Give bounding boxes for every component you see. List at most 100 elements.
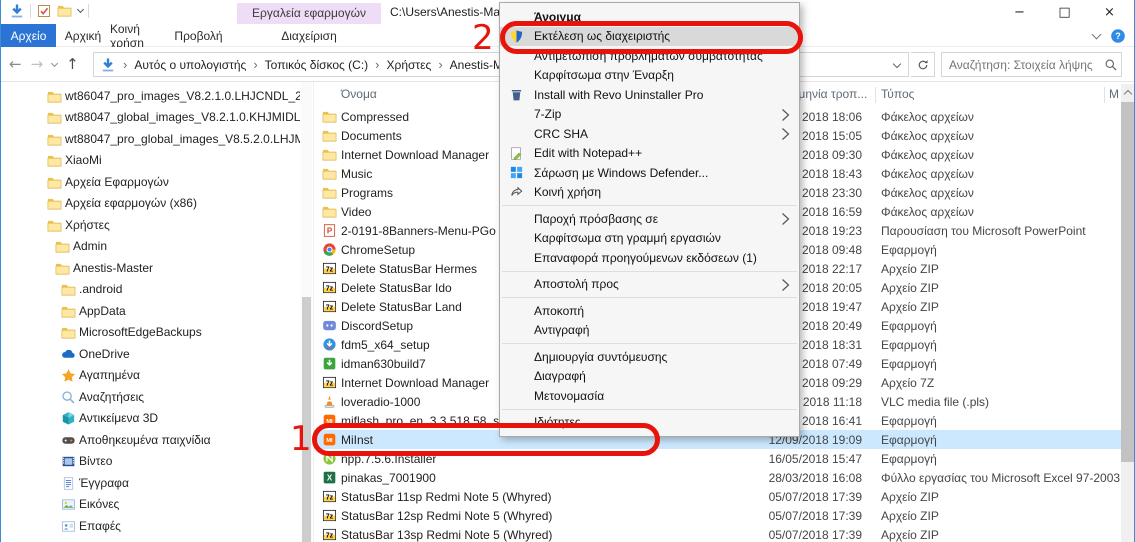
sidebar-item[interactable]: Αγαπημένα [2,365,300,387]
sidebar-item[interactable]: Βίντεο [2,451,300,473]
close-button[interactable]: × [1087,0,1132,24]
context-menu-item[interactable]: Edit with Notepad++ [500,144,799,164]
tab-Διαχείριση[interactable]: Διαχείριση [237,24,381,47]
context-menu-item[interactable]: Κοινή χρήση [500,183,799,203]
sidebar-item[interactable]: Anestis-Master [2,257,300,279]
file-name: 2-0191-8Banners-Menu-PGo [341,224,496,238]
downloads-icon[interactable] [9,3,25,19]
tree-scrollbar-thumb[interactable] [302,297,311,542]
svg-text:7z: 7z [326,285,334,292]
sidebar-item[interactable]: Αρχεία εφαρμογών (x86) [2,193,300,215]
properties-check-icon[interactable] [36,3,52,19]
sidebar-item[interactable]: MicrosoftEdgeBackups [2,322,300,344]
recent-locations-icon[interactable] [51,60,58,67]
column-header-name[interactable]: Όνομα [341,87,377,101]
column-header-size[interactable]: Μ [1109,87,1119,101]
sevenzip-icon: 7z [322,489,336,503]
window-controls: − □ × [997,0,1132,24]
breadcrumb-separator[interactable]: › [375,57,379,72]
breadcrumb-item[interactable]: Αυτός ο υπολογιστής [134,58,246,72]
qat-dropdown-icon[interactable] [77,6,84,13]
sidebar-item[interactable]: Έγγραφα [2,472,300,494]
column-header-type[interactable]: Τύπος [881,87,914,101]
tree-scrollbar[interactable] [301,82,312,542]
minimize-button[interactable]: − [997,0,1042,24]
context-menu-item[interactable]: Αποκοπή [500,301,799,321]
context-menu-item[interactable]: Διαγραφή [500,367,799,387]
sidebar-item[interactable]: Χρήστες [2,214,300,236]
svg-text:MI: MI [326,438,333,444]
search-box[interactable] [941,52,1122,77]
context-menu-item[interactable]: Δημιουργία συντόμευσης [500,347,799,367]
context-menu-item[interactable]: Καρφίτσωμα στη γραμμή εργασιών [500,229,799,249]
file-row[interactable]: npp.7.5.6.Installer16/05/2018 15:47Εφαρμ… [314,449,1122,468]
sidebar-item[interactable]: AppData [2,300,300,322]
breadcrumb-item[interactable]: Χρήστες [387,58,432,72]
context-menu-item[interactable]: Ιδιότητες [500,413,799,433]
new-folder-icon[interactable] [57,3,73,19]
context-menu-item[interactable]: Αποστολή προς [500,275,799,295]
collapse-ribbon-icon[interactable] [1092,30,1102,40]
sidebar-item[interactable]: wt86047_pro_images_V8.2.1.0.LHJCNDL_2017… [2,85,300,107]
menu-separator [502,343,797,344]
folder-icon [322,109,336,123]
file-row[interactable]: 7zStatusBar 11sp Redmi Note 5 (Whyred)05… [314,487,1122,506]
sidebar-item[interactable] [2,537,300,542]
context-menu-item[interactable]: Άνοιγμα [500,7,799,27]
search-input[interactable] [949,58,1104,72]
context-menu-item-label: Edit with Notepad++ [534,146,642,160]
sidebar-item[interactable]: wt88047_pro_global_images_V8.5.2.0.LHJMI… [2,128,300,150]
sidebar-item[interactable]: Αρχεία Εφαρμογών [2,171,300,193]
sidebar-item[interactable]: OneDrive [2,343,300,365]
context-menu-item[interactable]: Σάρωση με Windows Defender... [500,163,799,183]
list-scrollbar-thumb[interactable] [1121,102,1134,462]
sidebar-item[interactable]: .android [2,279,300,301]
file-row[interactable]: 7zStatusBar 12sp Redmi Note 5 (Whyred)05… [314,506,1122,525]
divider [88,4,89,18]
help-icon[interactable]: ? [1110,28,1126,44]
context-menu-item[interactable]: Αντιμετώπιση προβλημάτων συμβατότητας [500,46,799,66]
sidebar-item[interactable]: Εικόνες [2,494,300,516]
context-menu-item[interactable]: Install with Revo Uninstaller Pro [500,85,799,105]
breadcrumb-item[interactable]: Τοπικός δίσκος (C:) [265,58,369,72]
tab-Αρχική[interactable]: Αρχική [58,24,108,47]
sidebar-item-label: wt86047_pro_images_V8.2.1.0.LHJCNDL_2017… [65,89,300,103]
chevron-up-icon [1123,89,1131,97]
context-menu-item[interactable]: Αντιγραφή [500,321,799,341]
context-menu-item[interactable]: Μετονομασία [500,386,799,406]
file-row[interactable]: 7zStatusBar 13sp Redmi Note 5 (Whyred)05… [314,525,1122,542]
context-menu-item[interactable]: Παροχή πρόσβασης σε [500,209,799,229]
context-menu-item[interactable]: 7-Zip [500,105,799,125]
context-menu-item[interactable]: Καρφίτσωμα στην Έναρξη [500,66,799,86]
cube3d-icon [61,411,75,425]
column-divider[interactable] [875,87,876,103]
sidebar-item[interactable]: Admin [2,236,300,258]
context-menu-item[interactable]: Εκτέλεση ως διαχειριστής [500,27,799,47]
tab-Κοινή χρήση[interactable]: Κοινή χρήση [110,24,170,47]
forward-icon[interactable]: → [31,57,44,72]
tab-Αρχείο[interactable]: Αρχείο [1,24,56,47]
sidebar-item[interactable]: Αποθηκευμένα παιχνίδια [2,429,300,451]
up-icon[interactable]: ↑ [66,57,79,72]
scroll-up-button[interactable] [1121,84,1134,100]
list-scrollbar[interactable] [1121,84,1134,542]
refresh-button[interactable] [911,52,935,77]
sidebar-item[interactable]: XiaoMi [2,150,300,172]
context-menu-item[interactable]: CRC SHA [500,124,799,144]
file-row[interactable]: Xpinakas_700190028/03/2018 16:08Φύλλο ερ… [314,468,1122,487]
context-menu-item[interactable]: Επαναφορά προηγούμενων εκδόσεων (1) [500,248,799,268]
contextual-tab-group-header: Εργαλεία εφαρμογών [237,3,381,24]
sidebar-item[interactable]: Αναζητήσεις [2,386,300,408]
breadcrumb-separator[interactable]: › [253,57,257,72]
sidebar-item[interactable]: wt88047_global_images_V8.2.1.0.KHJMIDL_2… [2,107,300,129]
column-divider[interactable] [1104,87,1105,103]
back-icon[interactable]: ← [9,57,22,72]
address-dropdown-icon[interactable] [893,59,901,67]
maximize-button[interactable]: □ [1042,0,1087,24]
sidebar-item[interactable]: Επαφές [2,515,300,537]
sidebar-item-label: Αρχεία Εφαρμογών [65,175,169,189]
tab-Προβολή[interactable]: Προβολή [172,24,225,47]
breadcrumb-separator[interactable]: › [438,57,442,72]
breadcrumb-separator[interactable]: › [123,57,127,72]
sidebar-item[interactable]: Αντικείμενα 3D [2,408,300,430]
